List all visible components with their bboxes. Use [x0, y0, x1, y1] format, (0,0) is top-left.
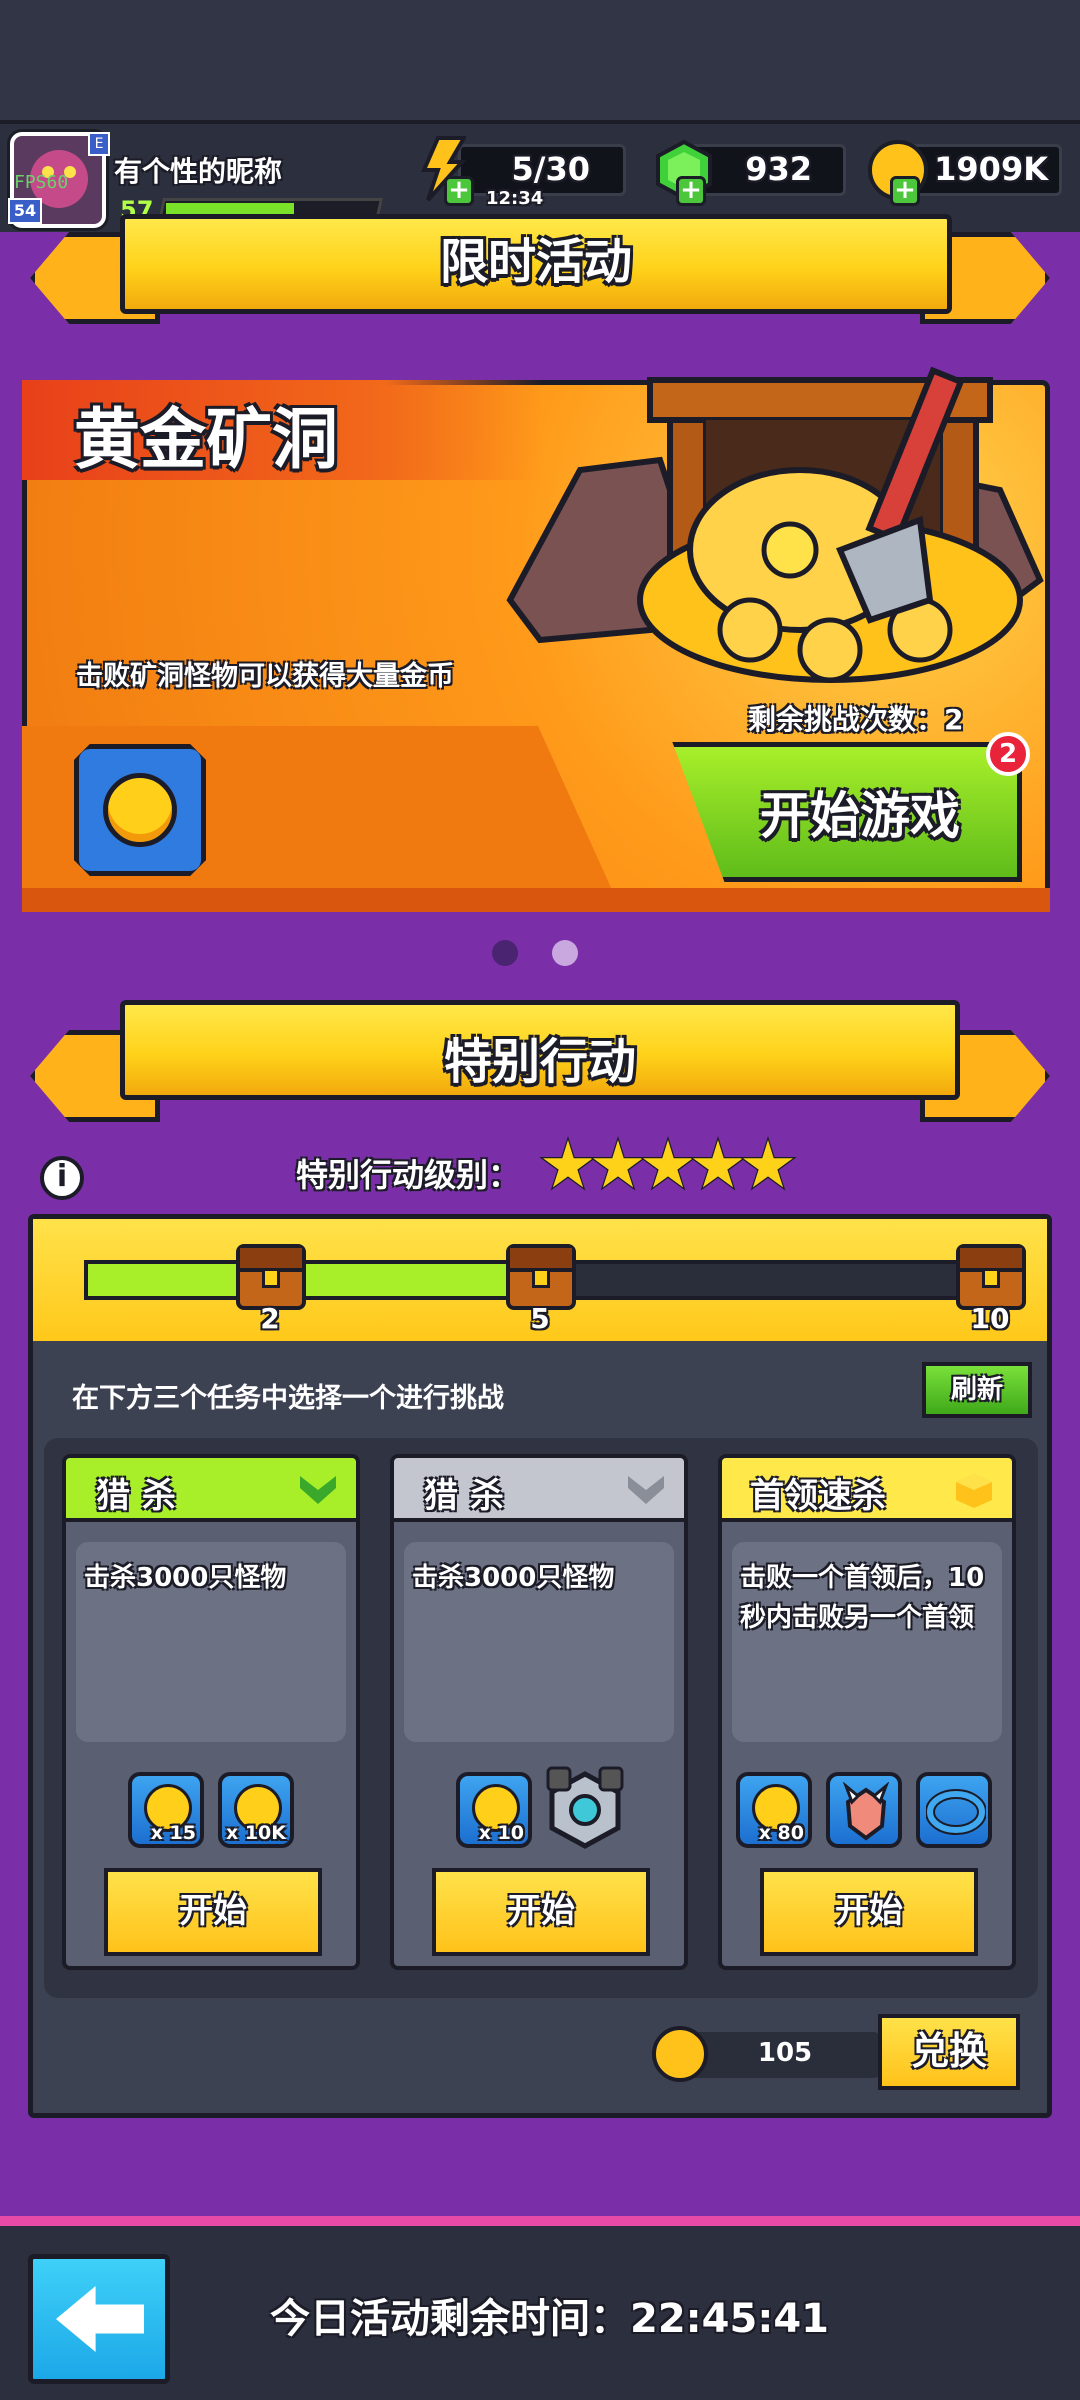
task-header: 猎 杀	[66, 1458, 356, 1522]
cube-icon	[956, 1474, 992, 1508]
reward-bracelet	[916, 1772, 992, 1848]
chevron-down-icon	[628, 1476, 664, 1504]
fps-overlay: FPS60	[14, 172, 69, 193]
task-card-1[interactable]: 猎 杀 击杀3000只怪物 x 15 x 10K 开始	[62, 1454, 360, 1970]
add-coins-button[interactable]: +	[890, 176, 920, 206]
task-start-button[interactable]: 开始	[104, 1868, 322, 1956]
token-value: 105	[757, 2038, 813, 2068]
remaining-attempts-label: 剩余挑战次数：2	[748, 703, 964, 736]
reward-qty: x 10	[478, 1822, 524, 1844]
info-icon[interactable]: i	[40, 1156, 84, 1200]
milestone-chest-3[interactable]	[956, 1244, 1026, 1310]
gear-part-icon	[546, 1766, 624, 1849]
task-description: 击杀3000只怪物	[84, 1563, 287, 1593]
milestone-label-3: 10	[970, 1302, 1010, 1335]
energy-timer: 12:34	[486, 188, 544, 209]
reward-qty: x 10K	[225, 1822, 286, 1844]
task-header: 猎 杀	[394, 1458, 684, 1522]
bottom-accent-line	[0, 2216, 1080, 2226]
coins-value: 1909K	[934, 150, 1048, 188]
gold-mine-illustration	[506, 366, 1044, 683]
reward-coins: x 80	[736, 1772, 812, 1848]
task-description: 击杀3000只怪物	[412, 1563, 615, 1593]
coin-icon	[103, 773, 177, 847]
page-dot-1[interactable]	[492, 940, 518, 966]
task-title: 猎 杀	[96, 1476, 176, 1516]
star-icon	[593, 1140, 643, 1188]
reward-coins: x 10	[456, 1772, 532, 1848]
task-header: 首领速杀	[722, 1458, 1012, 1522]
star-icon	[543, 1140, 593, 1188]
bracelet-icon	[926, 1789, 986, 1835]
reward-gold: x 10K	[218, 1772, 294, 1848]
task-card-2[interactable]: 猎 杀 击杀3000只怪物 x 10 开始	[390, 1454, 688, 1970]
vip-badge: E	[88, 132, 110, 156]
special-action-title: 特别行动	[443, 1034, 636, 1090]
claw-icon	[842, 1782, 890, 1841]
milestone-chest-2[interactable]	[506, 1244, 576, 1310]
start-game-label: 开始游戏	[760, 787, 960, 845]
page-dot-2[interactable]	[552, 940, 578, 966]
status-bar	[0, 0, 1080, 120]
gold-mine-description: 击败矿洞怪物可以获得大量金币	[76, 661, 454, 692]
task-title: 首领速杀	[750, 1476, 886, 1516]
milestone-chest-1[interactable]	[236, 1244, 306, 1310]
player-name: 有个性的昵称	[114, 155, 283, 188]
task-start-button[interactable]: 开始	[760, 1868, 978, 1956]
gold-mine-reward-coin	[74, 744, 206, 876]
exchange-button[interactable]: 兑换	[878, 2014, 1020, 2090]
milestone-label-2: 5	[530, 1302, 550, 1335]
start-game-notification-badge: 2	[986, 732, 1030, 776]
star-icon	[693, 1140, 743, 1188]
milestone-label-1: 2	[260, 1302, 280, 1335]
reward-claw	[826, 1772, 902, 1848]
gems-value: 932	[745, 150, 812, 188]
reward-qty: x 15	[150, 1822, 196, 1844]
task-description: 击败一个首领后，10秒内击败另一个首领	[740, 1563, 985, 1633]
task-title: 猎 杀	[424, 1476, 504, 1516]
task-instruction: 在下方三个任务中选择一个进行挑战	[72, 1383, 504, 1414]
chevron-down-icon	[300, 1476, 336, 1504]
reward-coins: x 15	[128, 1772, 204, 1848]
avatar-level-badge: 54	[8, 198, 42, 224]
limited-event-title: 限时活动	[439, 234, 632, 290]
reward-qty: x 80	[758, 1822, 804, 1844]
energy-value: 5/30	[511, 150, 590, 188]
refresh-button[interactable]: 刷新	[922, 1362, 1032, 1418]
gold-mine-title: 黄金矿洞	[74, 401, 338, 478]
task-start-button[interactable]: 开始	[432, 1868, 650, 1956]
gold-mine-stripe	[22, 888, 1050, 912]
event-remaining-time: 今日活动剩余时间：22:45:41	[270, 2296, 829, 2342]
task-card-3[interactable]: 首领速杀 击败一个首领后，10秒内击败另一个首领 x 80 开始	[718, 1454, 1016, 1970]
star-icon	[643, 1140, 693, 1188]
special-action-level-label: 特别行动级别：	[296, 1156, 521, 1194]
star-icon	[743, 1140, 793, 1188]
